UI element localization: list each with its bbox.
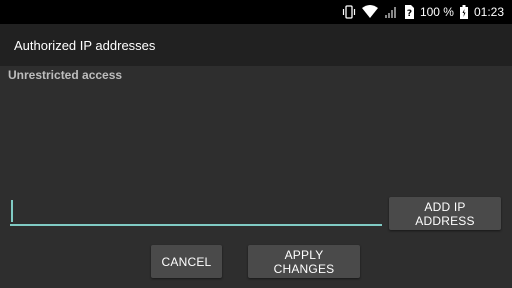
content-area: Unrestricted access ADD IP ADDRESS CANCE… <box>0 66 512 288</box>
ip-address-input[interactable] <box>10 196 382 226</box>
cancel-button[interactable]: CANCEL <box>151 245 222 278</box>
svg-text:?: ? <box>407 9 412 19</box>
no-sim-icon: ? <box>404 5 414 19</box>
vibrate-icon <box>342 5 356 19</box>
apply-changes-button[interactable]: APPLY CHANGES <box>248 245 360 278</box>
status-bar: ? 100 % 01:23 <box>0 0 512 24</box>
ip-address-field-wrapper <box>10 196 382 226</box>
page-title: Authorized IP addresses <box>14 37 156 53</box>
battery-percent: 100 % <box>419 5 454 19</box>
access-status-label: Unrestricted access <box>8 68 123 82</box>
add-ip-address-button[interactable]: ADD IP ADDRESS <box>389 197 501 230</box>
app-bar: Authorized IP addresses <box>0 24 512 66</box>
signal-icon <box>384 5 398 19</box>
clock: 01:23 <box>473 5 504 19</box>
wifi-icon <box>361 5 378 19</box>
text-cursor <box>11 200 13 222</box>
battery-icon <box>459 5 468 19</box>
